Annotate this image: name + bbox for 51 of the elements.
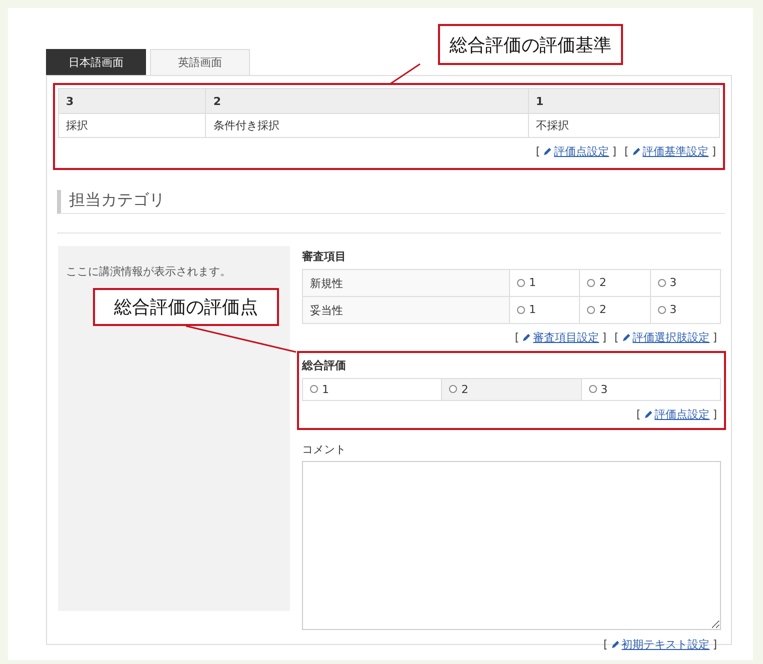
radio-option[interactable]: 3 <box>588 382 608 396</box>
bracket: ] <box>712 331 717 344</box>
annotation-callout: 総合評価の評価点 <box>93 288 279 326</box>
table-cell: 新規性 <box>302 270 510 296</box>
bracket: ] <box>712 145 716 158</box>
field-label: コメント <box>302 442 347 458</box>
radio-option[interactable]: 1 <box>310 382 329 396</box>
pencil-icon <box>622 333 631 342</box>
comment-field[interactable] <box>302 461 721 630</box>
tab[interactable]: 日本語画面 <box>46 49 146 75</box>
radio-option[interactable]: 2 <box>449 382 468 396</box>
bracket: [ <box>514 331 520 344</box>
settings-link[interactable]: 初期テキスト設定 <box>610 637 710 652</box>
bracket: [ <box>624 145 629 158</box>
bracket: [ <box>603 638 608 651</box>
column-header: 3 <box>58 88 206 114</box>
settings-link[interactable]: 評価基準設定 <box>632 144 709 159</box>
column-header: 2 <box>206 88 528 114</box>
settings-link[interactable]: 評価選択肢設定 <box>622 330 710 345</box>
radio-option[interactable]: 2 <box>587 303 606 316</box>
bracket: ] <box>712 408 717 421</box>
radio-option[interactable]: 1 <box>517 303 536 316</box>
radio-option[interactable]: 1 <box>517 276 536 290</box>
table-cell: 妥当性 <box>302 296 510 324</box>
bracket: [ <box>636 408 641 421</box>
table-cell: 不採択 <box>528 114 720 138</box>
section-title: 審査項目 <box>302 249 347 265</box>
tab[interactable]: 英語画面 <box>150 49 250 75</box>
pencil-icon <box>522 333 532 342</box>
bracket: [ <box>614 331 619 344</box>
pencil-icon <box>543 147 552 156</box>
section-heading: 担当カテゴリ <box>57 190 725 214</box>
column-header: 1 <box>528 88 720 114</box>
bracket: ] <box>612 145 616 158</box>
table-cell: 採択 <box>58 114 206 138</box>
bracket: [ <box>536 145 540 158</box>
pencil-icon <box>632 147 641 156</box>
radio-option[interactable]: 3 <box>658 276 677 290</box>
radio-option[interactable]: 3 <box>658 303 677 316</box>
annotation-callout: 総合評価の評価基準 <box>438 24 623 65</box>
info-text: ここに講演情報が表示されます。 <box>66 265 231 278</box>
settings-link[interactable]: 審査項目設定 <box>522 330 600 345</box>
bracket: ] <box>602 331 606 344</box>
settings-link[interactable]: 評価点設定 <box>543 144 610 159</box>
pencil-icon <box>610 640 620 649</box>
radio-option[interactable]: 2 <box>587 276 606 290</box>
pencil-icon <box>644 410 653 419</box>
settings-link[interactable]: 評価点設定 <box>644 407 710 422</box>
bracket: ] <box>712 638 717 651</box>
section-title: 総合評価 <box>302 358 347 374</box>
table-cell: 条件付き採択 <box>206 114 528 138</box>
